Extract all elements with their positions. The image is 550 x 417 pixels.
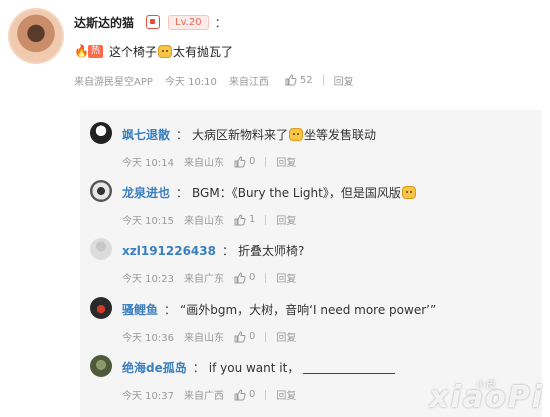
reply-line: 飒七退散 ： 大病区新物料来了 坐等发售联动: [122, 126, 376, 143]
divider: [265, 156, 267, 167]
reply-meta: 今天 10:37 来自广西 0 回复: [122, 387, 296, 402]
source-app: 来自游民星空APP: [74, 76, 153, 88]
reply-location: 来自山东: [184, 216, 224, 227]
thumbs-up-icon[interactable]: [234, 155, 246, 168]
reply-line: 绝海de孤岛 ： if you want it，: [122, 359, 396, 376]
reply-text-part1: if you want it，: [208, 361, 300, 375]
reply-text-part1: 折叠太师椅?: [238, 244, 305, 258]
reply-colon: ：: [192, 361, 205, 375]
level-badge: Lv.20: [168, 14, 209, 30]
like-count: 0: [249, 389, 256, 400]
avatar[interactable]: [90, 238, 112, 260]
divider: [322, 75, 324, 85]
reply-meta: 今天 10:36 来自山东 0 回复: [122, 329, 296, 344]
avatar[interactable]: [90, 355, 112, 377]
reply-button[interactable]: 回复: [276, 212, 296, 227]
reply-text: 大病区新物料来了 坐等发售联动: [192, 126, 376, 143]
author-row: 达斯达的猫 Lv.20 ：: [74, 13, 227, 31]
reply-time: 今天 10:14: [122, 158, 174, 169]
reply-text: if you want it，: [209, 359, 396, 376]
divider: [265, 214, 267, 225]
like-count: 52: [299, 74, 313, 86]
reply-button[interactable]: 回复: [276, 329, 296, 344]
reply-colon: ：: [176, 128, 189, 142]
comment-text-part2: 太有抛瓦了: [173, 44, 234, 59]
thumbs-up-icon[interactable]: [234, 271, 246, 284]
like-count: 0: [249, 331, 256, 342]
reply-location: 来自广东: [184, 274, 224, 285]
blank-line: [303, 362, 396, 374]
reply-text-part2: 坐等发售联动: [304, 128, 377, 142]
cat-emoji-icon: [289, 128, 304, 141]
like-count: 1: [249, 214, 256, 225]
comment-location: 来自江西: [228, 76, 269, 88]
reply-username[interactable]: 飒七退散: [122, 126, 170, 143]
reply-text-part1: BGM：《Bury the Light》，但是国风版: [192, 186, 401, 200]
like-count: 0: [249, 156, 256, 167]
author-colon: ：: [214, 15, 227, 30]
divider: [265, 389, 267, 400]
reply-meta: 今天 10:15 来自山东 1 回复: [122, 212, 296, 227]
author-avatar[interactable]: [8, 8, 64, 64]
reply-colon: ：: [164, 303, 177, 317]
avatar[interactable]: [90, 122, 112, 144]
comment-meta: 来自游民星空APP 今天 10:10 来自江西 52 回复: [74, 73, 354, 88]
watermark-logo: 小皮 xiaoPi: [429, 380, 544, 415]
medal-icon: [146, 15, 161, 29]
reply-time: 今天 10:37: [122, 391, 174, 402]
reply-username[interactable]: 骚鲤鱼: [122, 301, 158, 318]
reply-button[interactable]: 回复: [276, 270, 296, 285]
reply-location: 来自山东: [184, 158, 224, 169]
thumbs-up-icon[interactable]: [234, 213, 246, 226]
reply-line: xzl191226438 ： 折叠太师椅?: [122, 242, 304, 259]
thumbs-up-icon[interactable]: [234, 388, 246, 401]
watermark-small: 小皮: [476, 380, 496, 391]
reply-text: “画外bgm，大树，音响‘I need more power’”: [180, 301, 436, 318]
reply-colon: ：: [176, 186, 189, 200]
reply-button[interactable]: 回复: [276, 154, 296, 169]
reply-line: 骚鲤鱼 ： “画外bgm，大树，音响‘I need more power’”: [122, 301, 436, 318]
reply-text-part1: 大病区新物料来了: [192, 128, 289, 142]
fire-icon: 🔥: [74, 44, 89, 58]
like-count: 0: [249, 272, 256, 283]
divider: [265, 331, 267, 342]
cat-emoji-icon: [158, 44, 173, 58]
hot-tag: 热: [88, 44, 104, 58]
avatar[interactable]: [90, 297, 112, 319]
reply-username[interactable]: xzl191226438: [122, 244, 216, 258]
reply-button[interactable]: 回复: [334, 73, 354, 88]
reply-list: 飒七退散 ： 大病区新物料来了 坐等发售联动 今天 10:14 来自山东 0 回…: [80, 110, 542, 417]
reply-location: 来自广西: [184, 391, 224, 402]
reply-time: 今天 10:15: [122, 216, 174, 227]
reply-text: BGM：《Bury the Light》，但是国风版: [192, 184, 417, 201]
thumbs-up-icon[interactable]: [234, 330, 246, 343]
avatar[interactable]: [90, 180, 112, 202]
reply-username[interactable]: 龙泉进也: [122, 184, 170, 201]
reply-username[interactable]: 绝海de孤岛: [122, 359, 187, 376]
reply-meta: 今天 10:14 来自山东 0 回复: [122, 154, 296, 169]
reply-location: 来自山东: [184, 333, 224, 344]
reply-time: 今天 10:23: [122, 274, 174, 285]
reply-line: 龙泉进也 ： BGM：《Bury the Light》，但是国风版: [122, 184, 417, 201]
thumbs-up-icon[interactable]: [285, 74, 297, 86]
author-name[interactable]: 达斯达的猫: [74, 14, 134, 31]
comment-content: 🔥 热 这个椅子 太有抛瓦了: [74, 42, 233, 60]
comment-text: 这个椅子 太有抛瓦了: [109, 43, 233, 60]
reply-time: 今天 10:36: [122, 333, 174, 344]
reply-colon: ：: [221, 244, 234, 258]
reply-text-part1: “画外bgm，大树，音响‘I need more power’”: [180, 303, 437, 317]
comment-text-part1: 这个椅子: [109, 44, 158, 59]
divider: [265, 272, 267, 283]
reply-meta: 今天 10:23 来自广东 0 回复: [122, 270, 296, 285]
reply-text: 折叠太师椅?: [238, 242, 304, 259]
cat-emoji-icon: [401, 186, 416, 199]
reply-button[interactable]: 回复: [276, 387, 296, 402]
comment-time: 今天 10:10: [164, 76, 217, 88]
